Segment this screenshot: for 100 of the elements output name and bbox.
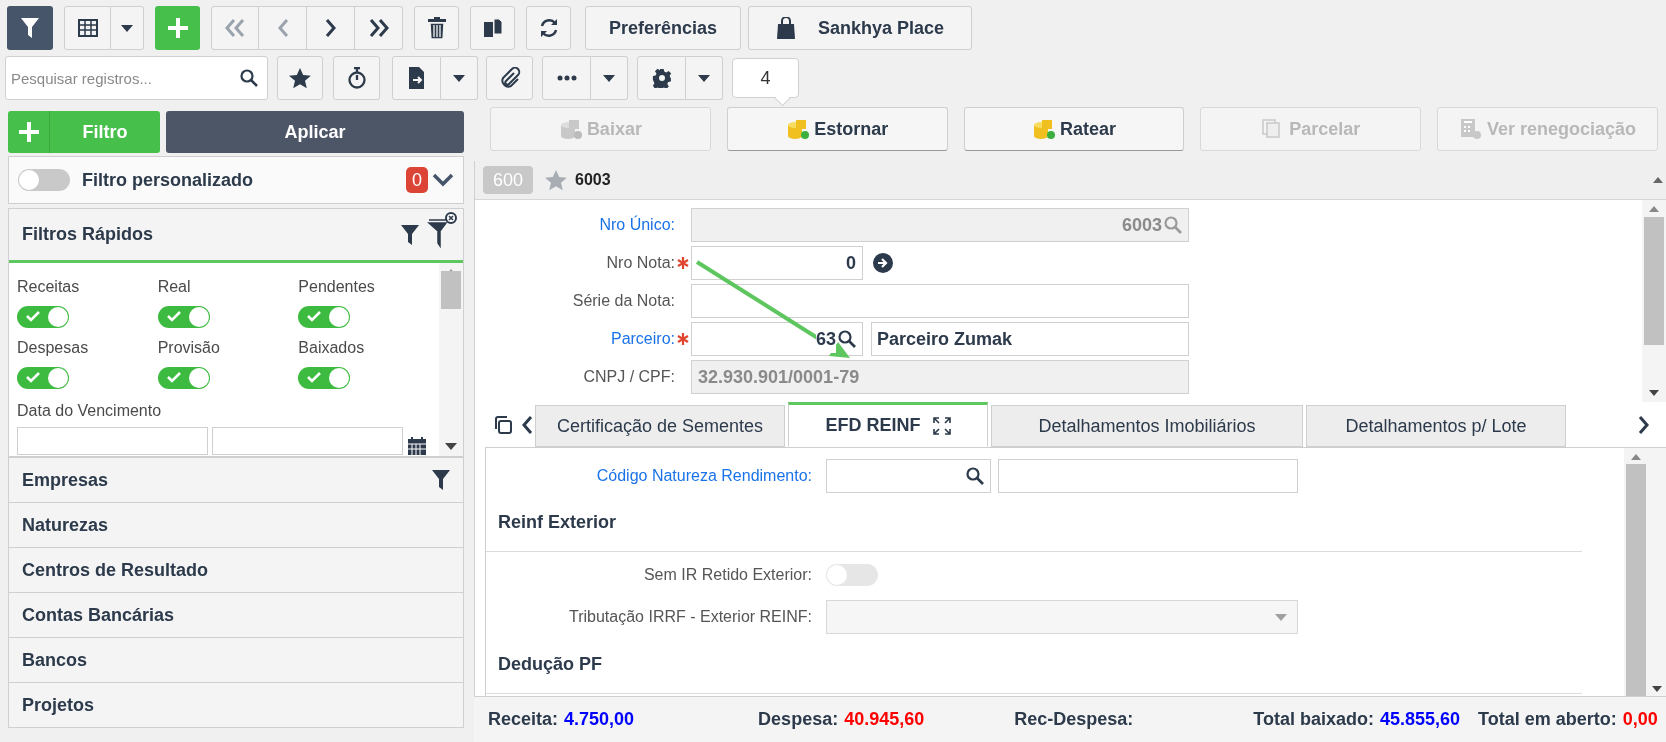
date-field[interactable] <box>212 427 403 455</box>
scrollbar[interactable] <box>1642 200 1666 402</box>
check-icon <box>166 311 181 322</box>
chevron-right-icon <box>1638 415 1650 434</box>
toggle-switch[interactable] <box>18 169 70 191</box>
toggle-switch[interactable] <box>17 367 69 389</box>
caret-icon <box>1275 613 1287 621</box>
toggle-switch[interactable] <box>298 306 351 328</box>
tab[interactable]: Detalhamentos Imobiliários <box>991 405 1303 447</box>
filter-section[interactable]: Naturezas <box>9 502 463 547</box>
field-link[interactable]: Parceiro: <box>610 327 675 351</box>
input-field[interactable]: 0 <box>691 246 863 280</box>
check-icon <box>307 372 322 383</box>
double-right-icon <box>367 19 390 37</box>
filter-section[interactable]: Projetos <box>9 682 463 727</box>
tab[interactable]: Detalhamentos p/ Lote <box>1306 405 1566 447</box>
tab[interactable]: Certificação de Sementes <box>535 405 785 447</box>
action-button[interactable]: Ratear <box>963 107 1185 151</box>
dropdown-button[interactable] <box>111 6 144 50</box>
scrollbar[interactable] <box>1624 448 1648 696</box>
apply-button[interactable]: Aplicar <box>166 111 464 153</box>
delete-button[interactable] <box>414 6 459 50</box>
double-left-icon <box>224 19 246 37</box>
toggle-switch[interactable] <box>17 306 69 328</box>
favorite-button[interactable] <box>277 56 323 100</box>
section-heading: Dedução PF <box>486 636 1582 694</box>
panel-header: Filtros Rápidos <box>9 209 463 263</box>
table-icon <box>77 19 98 37</box>
total-label: Total em aberto: <box>1478 708 1617 731</box>
count-badge: 0 <box>406 167 428 193</box>
filter-section[interactable]: Centros de Resultado <box>9 547 463 592</box>
scrollbar[interactable] <box>1648 448 1666 696</box>
paperclip-icon <box>498 67 521 89</box>
total-value: 45.855,60 <box>1380 708 1461 731</box>
total-value: 0,00 <box>1622 708 1658 731</box>
duplicate-button[interactable] <box>470 6 515 50</box>
next-record-button[interactable] <box>307 6 355 50</box>
caret-icon <box>698 74 710 82</box>
field-label: Sem IR Retido Exterior: <box>642 565 813 585</box>
stopwatch-icon <box>346 67 367 89</box>
plus-icon <box>18 122 39 142</box>
chevron-right-icon <box>324 19 337 37</box>
date-field[interactable] <box>17 427 208 455</box>
refresh-button[interactable] <box>526 6 571 50</box>
bag-icon <box>775 17 796 39</box>
settings-button[interactable] <box>637 56 686 100</box>
scrollbar-thumb[interactable] <box>1626 464 1646 698</box>
search-field[interactable]: Pesquisar registros... <box>5 56 268 100</box>
star-icon <box>289 67 311 89</box>
toggle-switch[interactable] <box>826 564 878 586</box>
filter-section[interactable]: Contas Bancárias <box>9 592 463 637</box>
scroll-up-icon <box>1631 454 1641 460</box>
total-label: Rec-Despesa: <box>1014 708 1134 731</box>
filter-section[interactable]: Empresas <box>9 457 463 502</box>
add-button[interactable] <box>155 6 200 50</box>
export-button[interactable] <box>392 56 441 100</box>
dropdown-button[interactable] <box>591 56 628 100</box>
scrollbar-thumb[interactable] <box>1644 217 1664 345</box>
scroll-up-icon <box>1653 177 1663 183</box>
tab[interactable]: EFD REINF <box>788 402 988 447</box>
last-record-button[interactable] <box>355 6 403 50</box>
first-record-button[interactable] <box>211 6 259 50</box>
total-label: Despesa: <box>758 708 839 731</box>
attach-button[interactable] <box>486 56 533 100</box>
input-field[interactable]: 63 <box>691 322 863 356</box>
field-label: Nro Nota: <box>606 253 675 273</box>
filter-label: Receitas <box>17 277 81 297</box>
scrollbar-thumb[interactable] <box>441 270 461 309</box>
timer-button[interactable] <box>333 56 380 100</box>
sankhya-place-button[interactable]: Sankhya Place <box>748 6 972 50</box>
filter-section[interactable]: Bancos <box>9 637 463 682</box>
dropdown-button[interactable] <box>686 56 723 100</box>
dropdown-button[interactable] <box>441 56 478 100</box>
caret-icon <box>603 74 615 82</box>
scroll-up-icon <box>1649 206 1659 212</box>
coins-icon <box>558 118 583 140</box>
filter-icon <box>432 470 450 490</box>
export-icon <box>407 67 426 89</box>
toggle-switch[interactable] <box>157 367 210 389</box>
check-icon <box>307 311 322 322</box>
check-icon <box>26 311 40 322</box>
search-icon <box>240 69 258 87</box>
toggle-switch[interactable] <box>298 367 351 389</box>
copy-icon <box>482 18 503 38</box>
preferences-button[interactable]: Preferências <box>585 6 741 50</box>
chevron-down-icon <box>432 173 454 187</box>
more-button[interactable] <box>542 56 591 100</box>
toggle-switch[interactable] <box>157 306 210 328</box>
scrollbar[interactable] <box>439 263 463 456</box>
field-link[interactable]: Código Natureza Rendimento: <box>486 464 826 488</box>
dropdown-field[interactable] <box>826 600 1298 634</box>
caret-icon <box>121 24 133 32</box>
caret-icon <box>453 74 465 82</box>
more-icon <box>556 75 577 81</box>
table-view-button[interactable] <box>64 6 111 50</box>
action-button[interactable]: Estornar <box>726 107 948 151</box>
check-icon <box>26 372 40 383</box>
required-icon <box>677 333 689 345</box>
input-field[interactable]: Parceiro Zumak <box>871 322 1189 356</box>
filter-button[interactable] <box>7 6 53 50</box>
